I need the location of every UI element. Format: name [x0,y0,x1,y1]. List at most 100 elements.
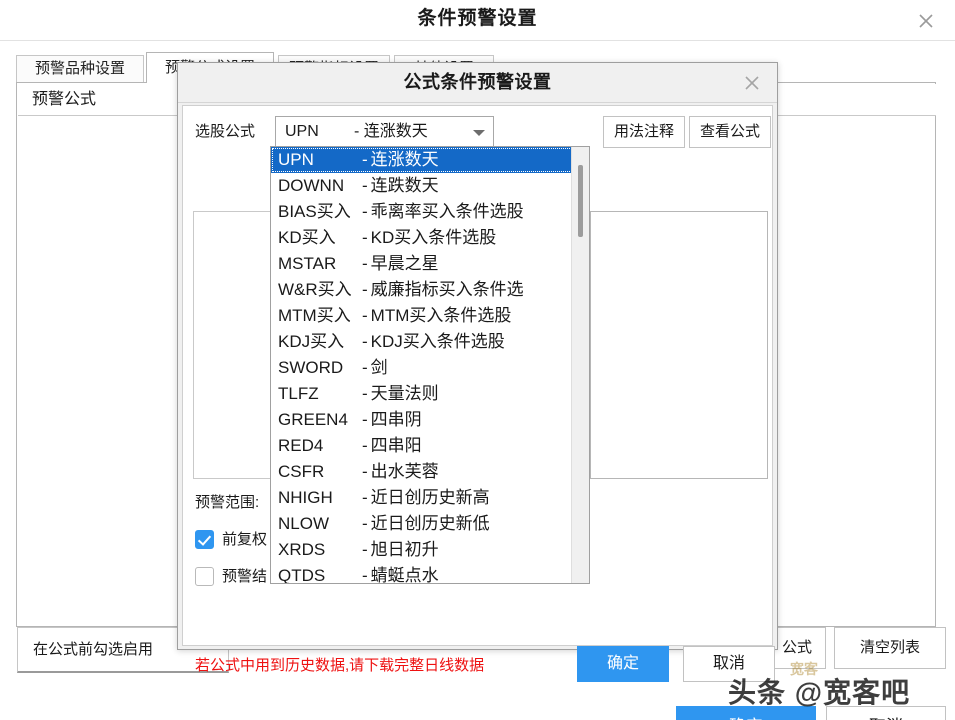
enable-hint-text: 在公式前勾选启用 [33,628,153,672]
dropdown-item-code: DOWNN [278,173,362,199]
dropdown-item-desc: 出水芙蓉 [371,462,439,481]
dropdown-item[interactable]: NLOW-近日创历史新低 [271,511,589,537]
dropdown-item[interactable]: BIAS买入-乖离率买入条件选股 [271,199,589,225]
outer-window-title: 条件预警设置 [0,0,955,38]
dropdown-item-desc: 连涨数天 [371,150,439,169]
alert-scope-label: 预警范围: [195,491,259,512]
dropdown-item[interactable]: GREEN4-四串阴 [271,407,589,433]
dropdown-item[interactable]: KDJ买入-KDJ买入条件选股 [271,329,589,355]
dropdown-item-code: KDJ买入 [278,329,362,355]
dropdown-scrollbar[interactable] [571,147,589,583]
dropdown-item[interactable]: KD买入-KD买入条件选股 [271,225,589,251]
dropdown-item[interactable]: RED4-四串阳 [271,433,589,459]
dropdown-item-separator: - [362,436,368,455]
dropdown-item-separator: - [362,228,368,247]
column-header-formula: 预警公式 [32,84,96,116]
dropdown-item-code: NHIGH [278,485,362,511]
dropdown-item-code: KD买入 [278,225,362,251]
dropdown-item-code: TLFZ [278,381,362,407]
clear-list-button[interactable]: 清空列表 [834,627,946,669]
dropdown-item-desc: 威廉指标买入条件选 [371,280,524,299]
dropdown-item-separator: - [362,540,368,559]
dropdown-item-code: NLOW [278,511,362,537]
dropdown-item-separator: - [362,254,368,273]
dropdown-item-desc: 连跌数天 [371,176,439,195]
checkbox-label-alert-end: 预警结 [222,566,267,588]
dropdown-item-desc: 四串阴 [371,410,422,429]
dropdown-items: UPN-连涨数天DOWNN-连跌数天BIAS买入-乖离率买入条件选股KD买入-K… [271,147,589,584]
dropdown-item[interactable]: SWORD-剑 [271,355,589,381]
dropdown-item-separator: - [362,202,368,221]
view-formula-button[interactable]: 查看公式 [689,116,771,148]
dropdown-item-code: QTDS [278,563,362,584]
formula-dropdown-list[interactable]: UPN-连涨数天DOWNN-连跌数天BIAS买入-乖离率买入条件选股KD买入-K… [270,146,590,584]
outer-titlebar: 条件预警设置 [0,0,955,41]
dropdown-item-desc: 早晨之星 [371,254,439,273]
dropdown-item-code: GREEN4 [278,407,362,433]
dropdown-item-separator: - [362,488,368,507]
dropdown-item-code: SWORD [278,355,362,381]
dropdown-item[interactable]: DOWNN-连跌数天 [271,173,589,199]
dropdown-item-desc: 近日创历史新高 [371,488,490,507]
close-icon[interactable] [737,68,767,98]
dropdown-item-desc: 天量法则 [371,384,439,403]
checkbox-forward-adjust[interactable] [195,530,214,549]
dropdown-item-desc: KD买入条件选股 [371,228,497,247]
dropdown-item-separator: - [362,514,368,533]
dropdown-item-desc: 近日创历史新低 [371,514,490,533]
dropdown-item-desc: 剑 [371,358,388,377]
history-data-warning: 若公式中用到历史数据,请下载完整日线数据 [195,654,484,675]
dropdown-item[interactable]: MTM买入-MTM买入条件选股 [271,303,589,329]
inner-ok-button[interactable]: 确定 [577,646,669,682]
dropdown-item-code: RED4 [278,433,362,459]
dropdown-item-separator: - [362,332,368,351]
dropdown-item[interactable]: UPN-连涨数天 [271,147,589,173]
combobox-desc-value: - 连涨数天 [354,117,428,147]
dropdown-item[interactable]: W&R买入-威廉指标买入条件选 [271,277,589,303]
dropdown-item[interactable]: QTDS-蜻蜓点水 [271,563,589,584]
inner-titlebar: 公式条件预警设置 [178,63,777,103]
outer-cancel-button[interactable]: 取消 [826,706,946,720]
dropdown-item[interactable]: NHIGH-近日创历史新高 [271,485,589,511]
dropdown-item-code: CSFR [278,459,362,485]
dropdown-item-code: XRDS [278,537,362,563]
dropdown-item-desc: 四串阳 [371,436,422,455]
dropdown-item-separator: - [362,150,368,169]
dropdown-item-separator: - [362,566,368,584]
checkbox-label-forward-adjust: 前复权 [222,529,267,551]
combobox-code-value: UPN [285,117,319,147]
dropdown-item[interactable]: TLFZ-天量法则 [271,381,589,407]
checkbox-alert-end[interactable] [195,567,214,586]
dropdown-item-desc: 蜻蜓点水 [371,566,439,584]
dropdown-item-code: W&R买入 [278,277,362,303]
chevron-down-icon [473,130,485,136]
dropdown-item-code: UPN [278,147,362,173]
inner-cancel-button[interactable]: 取消 [683,646,775,682]
formula-select-combobox[interactable]: UPN - 连涨数天 [275,116,494,148]
dropdown-item-separator: - [362,358,368,377]
dropdown-item-separator: - [362,410,368,429]
close-icon[interactable] [911,6,941,36]
dropdown-item-separator: - [362,384,368,403]
select-formula-label: 选股公式 [195,118,255,146]
inner-window-title: 公式条件预警设置 [178,63,777,101]
dropdown-item-code: MTM买入 [278,303,362,329]
dropdown-item-code: MSTAR [278,251,362,277]
usage-note-button[interactable]: 用法注释 [603,116,685,148]
dropdown-item-desc: 乖离率买入条件选股 [371,202,524,221]
dropdown-item-separator: - [362,462,368,481]
formula-description-panel [590,211,768,479]
dropdown-item-separator: - [362,306,368,325]
dropdown-item-separator: - [362,176,368,195]
dropdown-item[interactable]: XRDS-旭日初升 [271,537,589,563]
dropdown-item[interactable]: MSTAR-早晨之星 [271,251,589,277]
dropdown-item-code: BIAS买入 [278,199,362,225]
scrollbar-thumb[interactable] [578,165,583,237]
dropdown-item-desc: KDJ买入条件选股 [371,332,505,351]
outer-ok-button[interactable]: 确定 [676,706,816,720]
dropdown-item-desc: 旭日初升 [371,540,439,559]
dropdown-item-separator: - [362,280,368,299]
dropdown-item[interactable]: CSFR-出水芙蓉 [271,459,589,485]
tab-alert-symbol-settings[interactable]: 预警品种设置 [16,55,144,82]
dropdown-item-desc: MTM买入条件选股 [371,306,512,325]
